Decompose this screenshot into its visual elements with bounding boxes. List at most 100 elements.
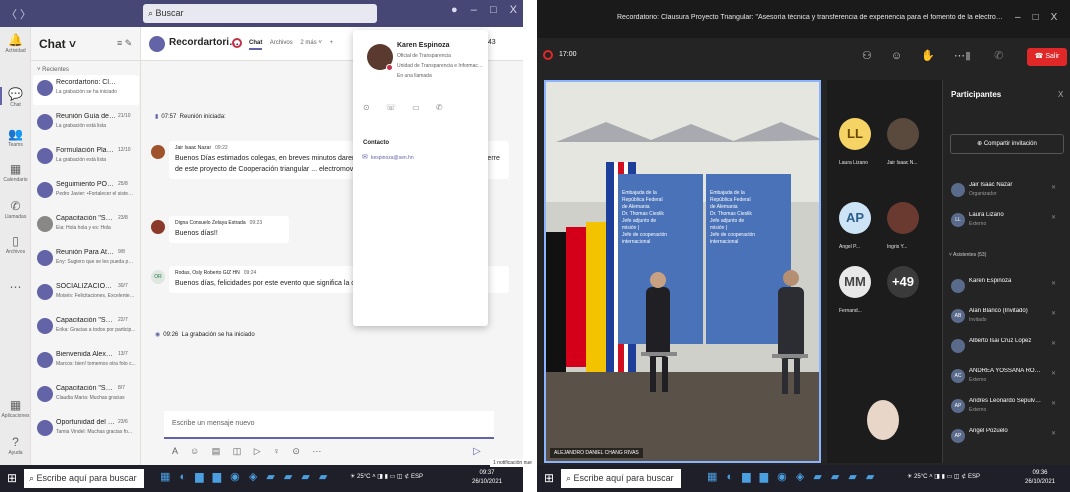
self-view-video[interactable] — [867, 400, 899, 440]
zoom-window: Recordatorio: Clausura Proyecto Triangul… — [537, 0, 1070, 492]
contact-heading: Contacto — [363, 140, 389, 146]
chat-time: 23/8 — [118, 215, 128, 221]
notification-toast[interactable]: 1 notificación nue — [490, 459, 535, 467]
chat-list-item[interactable]: Formulación Plan Anual ...12/10 La grabac… — [33, 143, 139, 173]
mic-muted-icon[interactable]: ✕ — [1051, 184, 1056, 191]
participant-row[interactable]: AB Alan Blanco (Invitado) Invitado ✕ — [951, 306, 1067, 330]
attendees-section-toggle[interactable]: ˅ Asistentes (53) — [949, 252, 986, 258]
compose-toolbar[interactable]: A ☺ ▤ ◫ ▷ ♀ ⊙ ⋯ — [172, 446, 326, 457]
chat-list-item[interactable]: Oportunidad del Hidróge...23/6 Tamia Vind… — [33, 415, 139, 445]
maximize-button[interactable]: □ — [490, 4, 497, 16]
rail-item-more[interactable]: ⋯ — [0, 280, 31, 294]
chat-list-item[interactable]: Reunión Guía de Buenas ...21/10 La grabac… — [33, 109, 139, 139]
mic-muted-icon[interactable]: ✕ — [1051, 400, 1056, 407]
message-bubble[interactable]: Digna Consuelo Zelaya Estrada 09:23 Bueno… — [169, 216, 289, 243]
leave-button[interactable]: ☎ Salir — [1027, 48, 1067, 66]
tab-chat[interactable]: Chat — [249, 40, 263, 50]
avatar[interactable]: ● — [451, 4, 458, 16]
participant-row[interactable]: Karen Espinoza ✕ — [951, 276, 1067, 300]
recent-label[interactable]: ˅ Recientes — [37, 67, 69, 73]
participant-row[interactable]: AP Angel Pozuelo ✕ — [951, 426, 1067, 450]
chat-list-item[interactable]: Capacitación "Sector Energ...8/7 Claudia … — [33, 381, 139, 411]
avatar: LL — [951, 213, 965, 227]
taskbar-apps[interactable]: ▦ ◐ ▆ ▆ ◉ ◈ ▰ ▰ ▰ ▰ — [707, 470, 877, 483]
rail-item-files[interactable]: ▯ Archivos — [0, 234, 31, 255]
close-button[interactable]: X — [510, 4, 517, 16]
avatar[interactable] — [151, 145, 165, 159]
participant-initials: AP — [839, 202, 871, 234]
weather-tray[interactable]: ☀ 25°C ˄ ◨ ▮ ▭ ◫ ⊄ ESP — [350, 473, 423, 480]
rail-item-calendar[interactable]: ▦ Calendario — [0, 162, 31, 183]
mic-muted-icon[interactable]: ✕ — [1051, 280, 1056, 287]
rail-item-chat[interactable]: 💬 Chat — [0, 87, 31, 108]
chat-time: 23/6 — [118, 419, 128, 425]
windows-start-icon[interactable]: ⊞ — [544, 471, 554, 485]
add-tab-button[interactable]: + — [330, 40, 334, 46]
profile-email[interactable]: kespinoza@sen.hn — [371, 155, 414, 161]
chat-list-item[interactable]: SOCIALIZACIÓN DEL INF...30/7 Moisés: Feli… — [33, 279, 139, 309]
chat-list-item[interactable]: Recordartorio: Clausura Proy... La grabac… — [33, 75, 139, 105]
mic-muted-icon[interactable]: ✕ — [1051, 310, 1056, 317]
banner-line: República Federal — [622, 197, 663, 203]
search-input[interactable]: ⌕ Buscar — [143, 4, 377, 23]
chat-list-title[interactable]: Chat ˅ — [39, 37, 76, 51]
chat-preview: Marcos: bien! tomemos otra foto c... — [56, 361, 136, 367]
mic-muted-icon[interactable]: ✕ — [1051, 340, 1056, 347]
language: ESP — [410, 474, 423, 480]
close-panel-button[interactable]: X — [1058, 90, 1063, 99]
weather-tray[interactable]: ☀ 25°C ˄ ◨ ▮ ▭ ◫ ⊄ ESP — [907, 473, 980, 480]
participant-initials: LL — [839, 118, 871, 150]
profile-actions[interactable]: ⊙ ☏ ▭ ✆ — [363, 103, 450, 112]
minimize-button[interactable]: – — [471, 4, 477, 16]
participant-row[interactable]: LL Laura Lizano Externo ✕ — [951, 210, 1067, 234]
chat-list-item[interactable]: Bienvenida Alexandra13/7 Marcos: bien! to… — [33, 347, 139, 377]
close-button[interactable]: X — [1051, 12, 1070, 23]
chat-name: Formulación Plan Anual ... — [56, 147, 116, 154]
profile-name: Karen Espinoza — [397, 42, 450, 49]
rail-item-activity[interactable]: 🔔 Actividad — [0, 33, 31, 54]
chat-time: 21/10 — [118, 113, 131, 119]
system-message: ◉ 09:26 La grabación se ha iniciado — [155, 331, 255, 338]
maximize-button[interactable]: □ — [1033, 12, 1051, 23]
taskbar-clock[interactable]: 09:37 26/10/2021 — [472, 469, 502, 487]
rail-item-help[interactable]: ? Ayuda — [0, 435, 31, 456]
mic-muted-icon[interactable]: ✕ — [1051, 214, 1056, 221]
share-invite-button[interactable]: ⊕ Compartir invitación — [950, 134, 1064, 154]
meeting-controls[interactable]: ⚇ ☺ ✋ ⋯ — [862, 49, 973, 62]
chat-list-item[interactable]: Capacitación "Sector Ener...23/8 Eia: Hol… — [33, 211, 139, 241]
nav-arrows[interactable]: 〈 〉 — [6, 6, 31, 22]
participant-row[interactable]: Alberto Isai Cruz Lopez ✕ — [951, 336, 1067, 360]
participant-row[interactable]: AC ANDREA YOSSANA ROD... Externo ✕ — [951, 366, 1067, 390]
avatar[interactable]: OR — [151, 270, 165, 284]
profile-card: Karen Espinoza Oficial de Transparencia … — [353, 30, 488, 326]
participants-panel: Participantes X ⊕ Compartir invitación J… — [942, 80, 1070, 463]
taskbar-search-input[interactable]: ⌕ Escribe aquí para buscar — [561, 469, 681, 488]
filter-icon[interactable]: ≡ ✎ — [117, 38, 132, 49]
taskbar-clock[interactable]: 09:36 26/10/2021 — [1025, 469, 1055, 487]
mic-muted-icon[interactable]: ✕ — [1051, 430, 1056, 437]
participant-row[interactable]: Jair Isaac Nazar Organizador ✕ — [951, 180, 1067, 204]
rail-item-teams[interactable]: 👥 Teams — [0, 127, 31, 148]
tab-more[interactable]: 2 más ˅ — [300, 40, 322, 46]
teams-icon: 👥 — [8, 127, 23, 141]
minimize-button[interactable]: – — [1015, 12, 1033, 23]
search-icon: ⌕ — [148, 8, 156, 18]
send-button[interactable]: ▷ — [473, 446, 481, 457]
taskbar-apps[interactable]: ▦ ◐ ▆ ▆ ◉ ◈ ▰ ▰ ▰ ▰ — [160, 470, 330, 483]
chat-list-item[interactable]: Capacitación "Sector Ener...22/7 Erika: G… — [33, 313, 139, 343]
avatar[interactable] — [151, 220, 165, 234]
chat-list-item[interactable]: Seguimiento POA UT 25/8 Pedro Javier: •For… — [33, 177, 139, 207]
participant-row[interactable]: AP Andres Leonardo Sepulve... Externo ✕ — [951, 396, 1067, 420]
avatar — [37, 318, 53, 334]
compose-box[interactable]: Escribe un mensaje nuevo — [164, 411, 494, 439]
taskbar-search-input[interactable]: ⌕ Escribe aquí para buscar — [24, 469, 144, 488]
rail-item-calls[interactable]: ✆ Llamadas — [0, 199, 31, 220]
main-video-stage[interactable]: Embajada de la República Federal de Aleman… — [544, 80, 821, 463]
tab-files[interactable]: Archivos — [270, 40, 293, 46]
rail-label: Teams — [8, 142, 23, 148]
chat-list-item[interactable]: Reunión Para Atender Reco...9/8 Eny: Sugi… — [33, 245, 139, 275]
mic-muted-icon[interactable]: ✕ — [1051, 370, 1056, 377]
windows-start-icon[interactable]: ⊞ — [7, 471, 17, 485]
participant-name: Andres Leonardo Sepulve... — [969, 398, 1043, 404]
rail-item-apps[interactable]: ▦ Aplicaciones — [0, 398, 31, 419]
